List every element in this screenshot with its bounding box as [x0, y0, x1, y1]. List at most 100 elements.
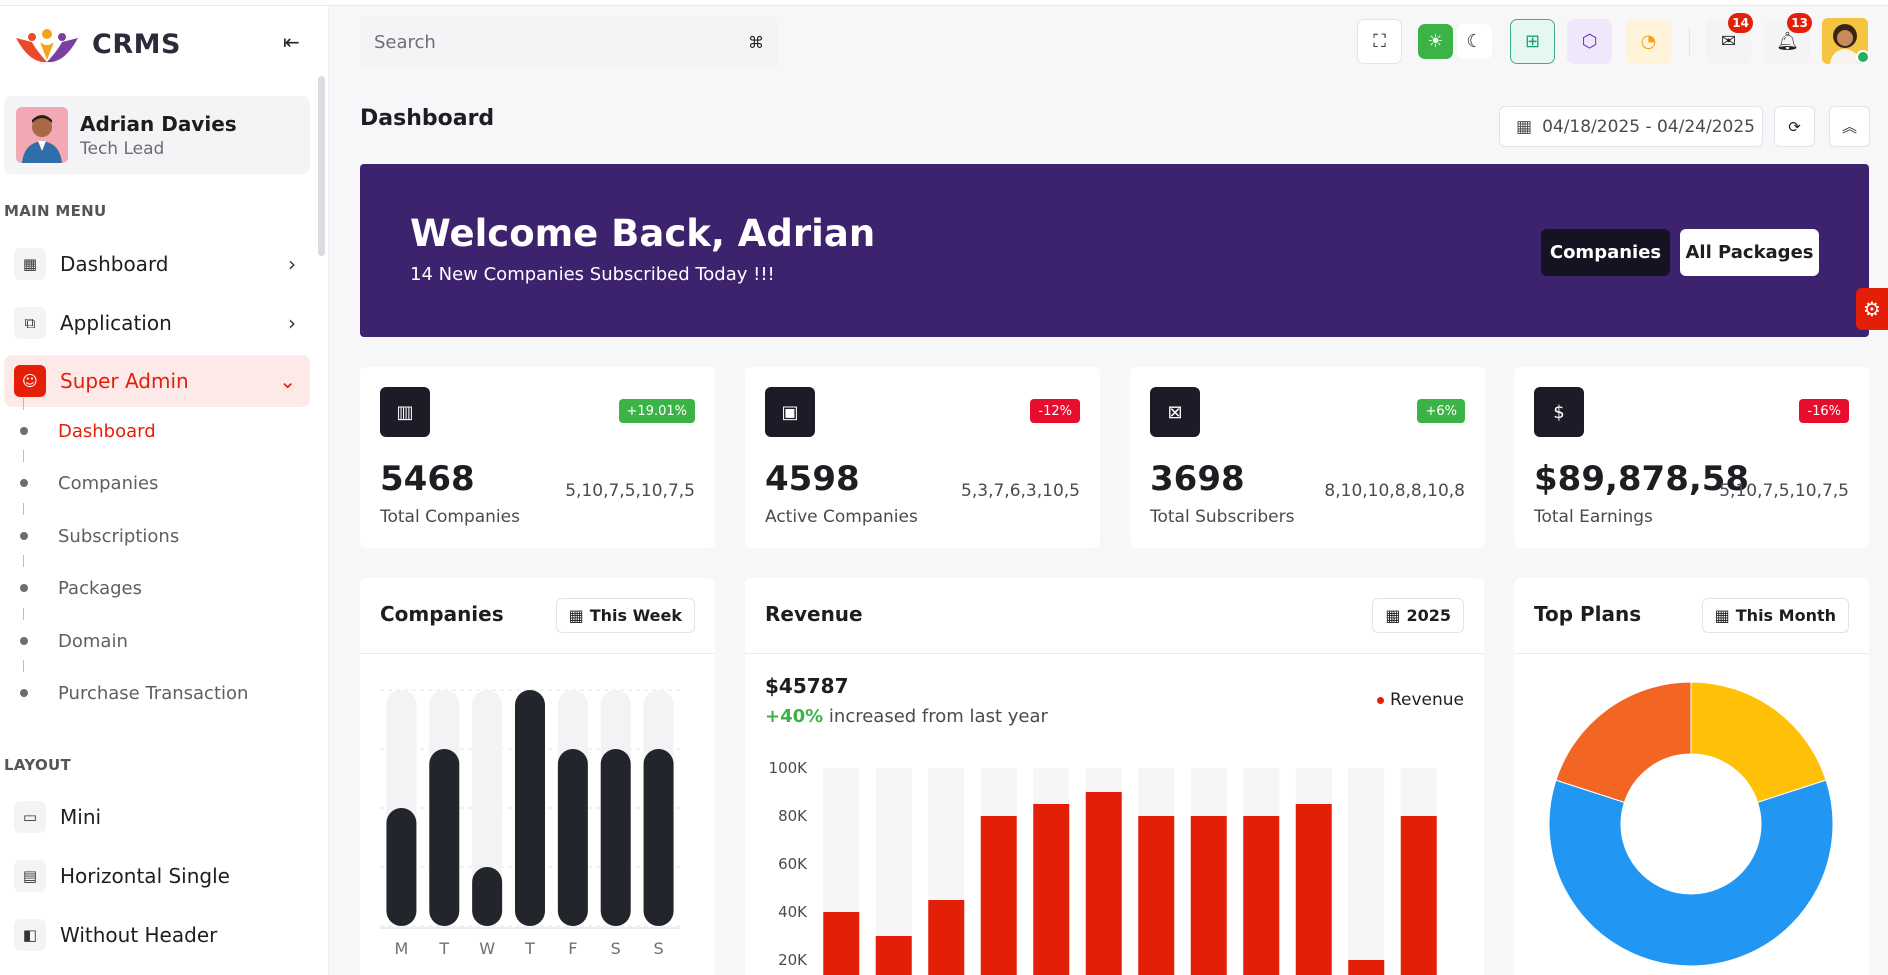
carousel-icon: ▣	[765, 387, 815, 437]
submenu-item-subscriptions[interactable]: Subscriptions	[20, 503, 180, 551]
card-title: Top Plans	[1534, 602, 1642, 626]
submenu-label: Domain	[58, 630, 128, 652]
bullet-icon	[20, 532, 28, 540]
stat-label: Active Companies	[765, 507, 918, 527]
search-input[interactable]: Search ⌘	[360, 16, 778, 68]
x-tick-label: W	[479, 939, 495, 958]
sidebar: CRMS ⇤ Adrian Davies Tech Lead MAIN MENU…	[0, 6, 329, 975]
stat-card-total-earnings: $ -16% $89,878,58 Total Earnings 5,10,7,…	[1514, 367, 1869, 548]
submenu-item-purchase-transaction[interactable]: Purchase Transaction	[20, 660, 248, 708]
welcome-title: Welcome Back, Adrian	[410, 212, 876, 255]
page-title: Dashboard	[360, 106, 495, 131]
tree-connector	[23, 660, 24, 672]
bullet-icon	[20, 689, 28, 697]
bullet-icon	[20, 584, 28, 592]
companies-button[interactable]: Companies	[1541, 229, 1670, 276]
moon-icon: ☾	[1466, 31, 1483, 52]
menu-label: Mini	[60, 805, 102, 829]
stat-card-total-subscribers: ⊠ +6% 3698 Total Subscribers 8,10,10,8,8…	[1130, 367, 1485, 548]
chevron-down-icon: ⌄	[279, 369, 296, 393]
date-range-text: 04/18/2025 - 04/24/2025	[1542, 116, 1755, 137]
all-packages-button[interactable]: All Packages	[1680, 229, 1819, 276]
stat-sparkline-values: 8,10,10,8,8,10,8	[1324, 481, 1465, 501]
submenu-item-domain[interactable]: Domain	[20, 608, 128, 656]
crms-logo-icon	[16, 29, 78, 63]
submenu-item-dashboard[interactable]: Dashboard	[20, 398, 156, 446]
user-name: Adrian Davies	[80, 111, 237, 136]
revenue-legend: Revenue	[1376, 690, 1464, 710]
card-header: Top Plans ▦ This Month	[1514, 578, 1869, 654]
menu-item-application[interactable]: ⧉ Application ›	[4, 297, 310, 349]
menu-label: Dashboard	[60, 252, 169, 276]
bar	[875, 936, 912, 975]
top-plans-donut-chart	[1548, 681, 1834, 967]
tree-connector	[23, 398, 24, 410]
sidebar-scrollbar[interactable]	[318, 76, 325, 256]
menu-item-mini[interactable]: ▭ Mini	[4, 791, 310, 843]
date-range-picker[interactable]: ▦ 04/18/2025 - 04/24/2025	[1499, 106, 1763, 147]
help-hexagon-icon: ⬡	[1581, 31, 1598, 52]
submenu-item-packages[interactable]: Packages	[20, 555, 142, 603]
messages-button[interactable]: ✉ 14	[1706, 13, 1753, 64]
menu-item-super-admin[interactable]: ☺ Super Admin ⌄	[4, 355, 310, 407]
donut-slice	[1548, 779, 1834, 967]
card-title: Companies	[380, 602, 504, 626]
refresh-button[interactable]: ⟳	[1774, 106, 1815, 147]
top-plans-card: Top Plans ▦ This Month	[1514, 578, 1869, 975]
app-logo[interactable]: CRMS	[12, 24, 181, 64]
bar	[472, 867, 503, 926]
user-star-icon: ☺	[14, 365, 46, 397]
stat-label: Total Earnings	[1534, 507, 1653, 527]
bar	[557, 749, 588, 926]
reports-button[interactable]: ◔	[1626, 19, 1671, 64]
apps-grid-icon: ⊞	[1524, 31, 1541, 52]
legend-label: Revenue	[1389, 690, 1464, 710]
bar	[1295, 804, 1332, 975]
online-status-dot	[1856, 50, 1870, 64]
layout-title: LAYOUT	[4, 756, 72, 774]
settings-gear-icon[interactable]: ⚙	[1856, 288, 1888, 330]
collapse-header-button[interactable]: ︽	[1829, 106, 1870, 147]
revenue-change-text: increased from last year	[828, 706, 1048, 727]
stat-label: Total Companies	[380, 507, 520, 527]
tree-connector	[23, 608, 24, 620]
bar	[1190, 816, 1227, 975]
submenu-label: Subscriptions	[58, 525, 180, 547]
companies-period-filter[interactable]: ▦ This Week	[555, 598, 695, 633]
menu-label: Application	[60, 311, 172, 335]
y-tick-label: 60K	[778, 855, 808, 873]
revenue-year-filter[interactable]: ▦ 2025	[1372, 598, 1464, 633]
stat-change-badge: +19.01%	[618, 399, 695, 423]
search-placeholder: Search	[374, 31, 436, 53]
refresh-icon: ⟳	[1788, 117, 1801, 136]
donut-slice	[1690, 681, 1827, 803]
x-tick-label: S	[653, 939, 663, 958]
bar-track	[1348, 768, 1385, 975]
top-plans-period-filter[interactable]: ▦ This Month	[1701, 598, 1849, 633]
x-tick-label: T	[438, 939, 449, 958]
menu-item-dashboard[interactable]: ▦ Dashboard ›	[4, 238, 310, 290]
companies-card: Companies ▦ This Week M T W T F S S	[360, 578, 715, 975]
menu-item-without-header[interactable]: ◧ Without Header	[4, 909, 310, 961]
revenue-card: Revenue ▦ 2025 $45787 +40% increased fro…	[745, 578, 1484, 975]
calendar-icon: ▦	[1516, 116, 1533, 137]
x-tick-label: T	[524, 939, 535, 958]
user-card[interactable]: Adrian Davies Tech Lead	[4, 96, 310, 174]
submenu-item-companies[interactable]: Companies	[20, 450, 158, 498]
stat-sparkline-values: 5,10,7,5,10,7,5	[1719, 481, 1849, 501]
y-tick-label: 40K	[778, 903, 808, 921]
menu-item-horizontal-single[interactable]: ▤ Horizontal Single	[4, 850, 310, 902]
help-button[interactable]: ⬡	[1567, 19, 1612, 64]
calendar-icon: ▦	[1385, 606, 1401, 625]
light-mode-button[interactable]: ☀	[1418, 24, 1453, 59]
stat-value: 4598	[765, 459, 860, 499]
apps-button[interactable]: ⊞	[1510, 19, 1555, 64]
bar	[823, 912, 860, 975]
bar	[1400, 816, 1437, 975]
dark-mode-button[interactable]: ☾	[1457, 24, 1492, 59]
notifications-button[interactable]: 🔔︎ 13	[1765, 13, 1812, 64]
menu-label: Horizontal Single	[60, 864, 230, 888]
fullscreen-button[interactable]: ⛶	[1357, 19, 1402, 64]
collapse-sidebar-icon[interactable]: ⇤	[283, 30, 300, 54]
card-header: Companies ▦ This Week	[360, 578, 715, 654]
